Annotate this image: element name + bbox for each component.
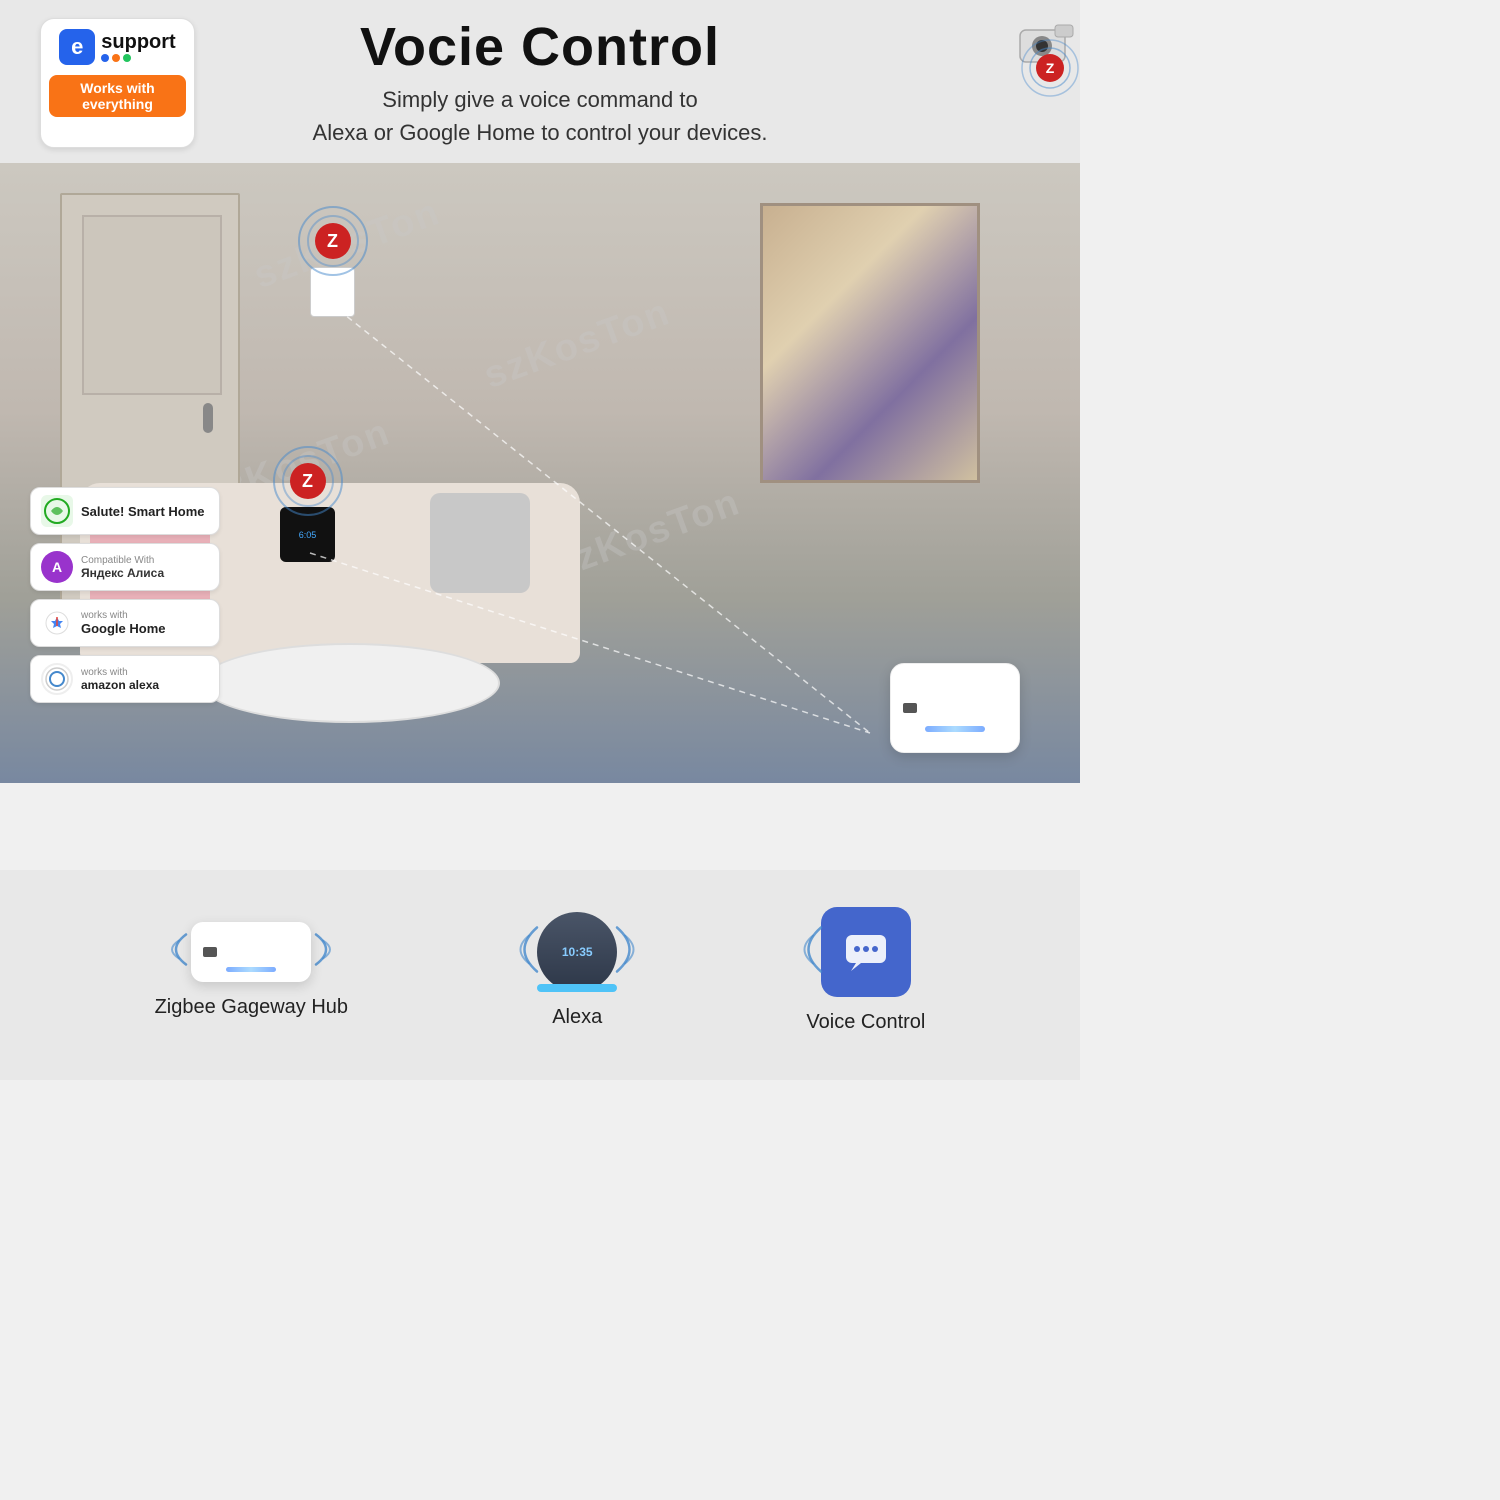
- alexa-small-label: works with: [81, 667, 159, 678]
- zigbee-device-mid: Z 6:05: [280, 463, 335, 562]
- alexa-device-icon: 10:35: [537, 912, 617, 992]
- artwork: [760, 203, 980, 483]
- badge-salute: Salute! Smart Home: [30, 487, 220, 535]
- google-small-label: works with: [81, 610, 166, 621]
- header-section: e support Works with everything: [0, 0, 1080, 163]
- svg-text:Z: Z: [1046, 60, 1055, 76]
- voice-body: [821, 907, 911, 997]
- hub-label: Zigbee Gageway Hub: [155, 996, 348, 1019]
- google-icon: [41, 607, 73, 639]
- zigbee-device-top: Z: [310, 223, 355, 317]
- bottom-strip: Zigbee Gageway Hub 10:35: [0, 870, 1080, 1080]
- bottom-hub-item: Zigbee Gageway Hub: [155, 922, 348, 1019]
- alice-small-label: Compatible With: [81, 555, 164, 566]
- google-main-label: Google Home: [81, 621, 166, 636]
- salute-icon: [41, 495, 73, 527]
- esupport-dots: [101, 54, 175, 62]
- alice-main-label: Яндекс Алиса: [81, 566, 164, 580]
- salute-label: Salute! Smart Home: [81, 504, 205, 519]
- hub-body: [191, 922, 311, 982]
- hub-wave-right-icon: [311, 924, 341, 979]
- voice-label: Voice Control: [806, 1011, 925, 1034]
- bottom-alexa-item: 10:35 Alexa: [537, 912, 617, 1029]
- esupport-badge: e support Works with everything: [40, 18, 195, 148]
- alexa-wave-right-icon: [612, 919, 647, 984]
- alexa-time-display: 10:35: [562, 945, 593, 959]
- badge-alice: A Compatible With Яндекс Алиса: [30, 543, 220, 591]
- smart-hub-room: [890, 663, 1020, 753]
- esupport-e-icon: e: [59, 29, 95, 65]
- alexa-icon-badge: [41, 663, 73, 695]
- voice-wave-icon: [791, 919, 826, 984]
- hub-wave-left-icon: [161, 924, 191, 979]
- badge-alexa: works with amazon alexa: [30, 655, 220, 703]
- room-section: szKosTon szKosTon szKosTon szKosTon szKo…: [0, 163, 1080, 783]
- bottom-voice-item: Voice Control: [806, 907, 925, 1034]
- alice-icon: A: [41, 551, 73, 583]
- badge-google: works with Google Home: [30, 599, 220, 647]
- alexa-main-label: amazon alexa: [81, 678, 159, 692]
- voice-control-icon: [821, 907, 911, 997]
- coffee-table: [200, 643, 500, 723]
- zigbee-icon-top: Z: [315, 223, 351, 259]
- hub-icon: [191, 922, 311, 982]
- zigbee-icon-mid: Z: [290, 463, 326, 499]
- camera-icon: Z: [1000, 10, 1080, 85]
- alexa-speaker-body: 10:35: [537, 912, 617, 992]
- esupport-name: support: [101, 32, 175, 52]
- esupport-tagline: Works with everything: [49, 75, 186, 117]
- alexa-label: Alexa: [552, 1006, 602, 1029]
- compatibility-badges: Salute! Smart Home A Compatible With Янд…: [30, 487, 220, 703]
- sofa-cushion-grey: [430, 493, 530, 593]
